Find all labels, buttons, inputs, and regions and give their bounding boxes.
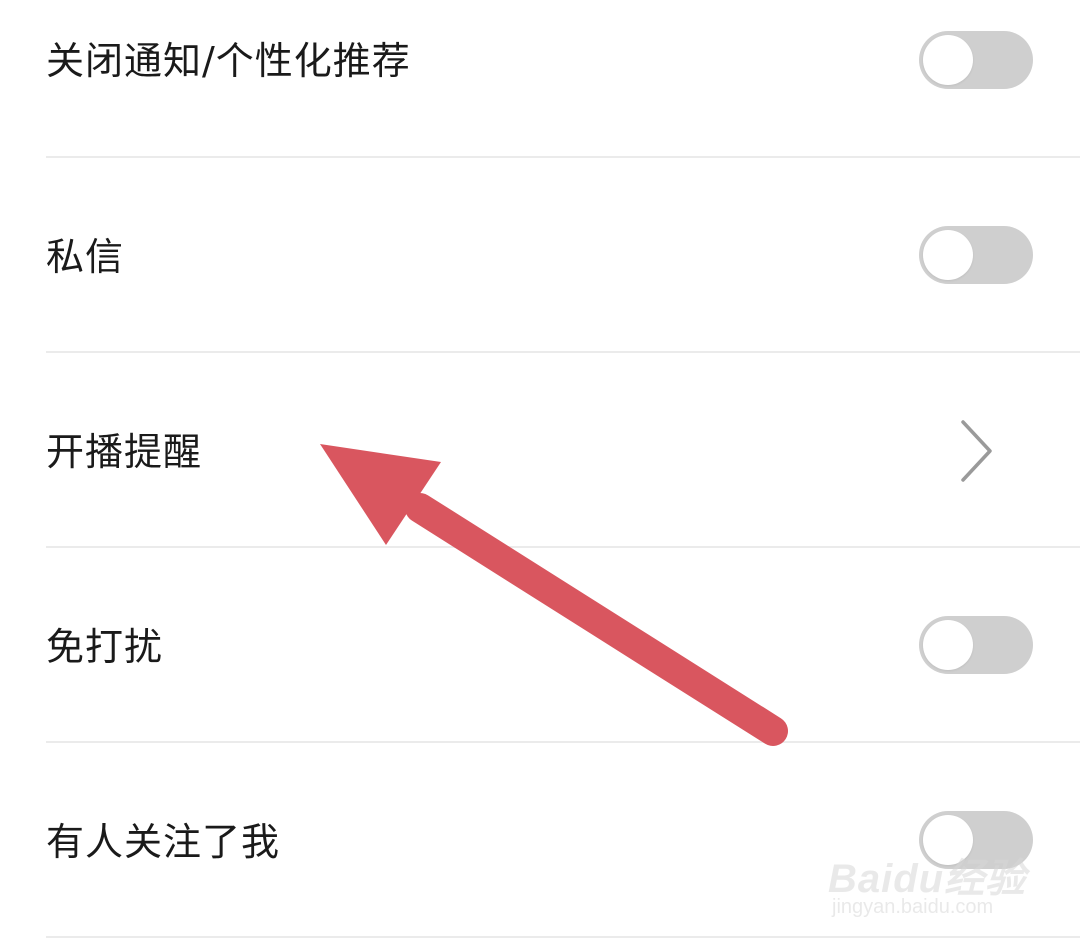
- private-message-toggle[interactable]: [919, 226, 1033, 284]
- toggle-knob: [923, 35, 973, 85]
- notification-settings-page: 关闭通知/个性化推荐 私信 开播提醒 免打扰 有人关注了我 Baidu经验 ji…: [0, 0, 1080, 944]
- watermark-url: jingyan.baidu.com: [832, 896, 994, 918]
- settings-row-label: 开播提醒: [46, 430, 203, 474]
- settings-row-label: 有人关注了我: [46, 820, 281, 864]
- settings-row-label: 私信: [46, 235, 125, 279]
- settings-row-private-message[interactable]: 私信: [0, 158, 1080, 353]
- settings-row-label: 免打扰: [46, 625, 164, 669]
- settings-row-label: 关闭通知/个性化推荐: [46, 39, 411, 83]
- personalized-recommendation-toggle[interactable]: [919, 31, 1033, 89]
- settings-row-do-not-disturb[interactable]: 免打扰: [0, 548, 1080, 743]
- row-divider: [46, 936, 1080, 938]
- do-not-disturb-toggle[interactable]: [919, 616, 1033, 674]
- settings-row-live-start-reminder[interactable]: 开播提醒: [0, 353, 1080, 548]
- toggle-knob: [923, 620, 973, 670]
- baidu-jingyan-watermark: Baidu经验 jingyan.baidu.com: [828, 832, 1028, 932]
- chevron-right-icon[interactable]: [955, 416, 999, 486]
- toggle-knob: [923, 230, 973, 280]
